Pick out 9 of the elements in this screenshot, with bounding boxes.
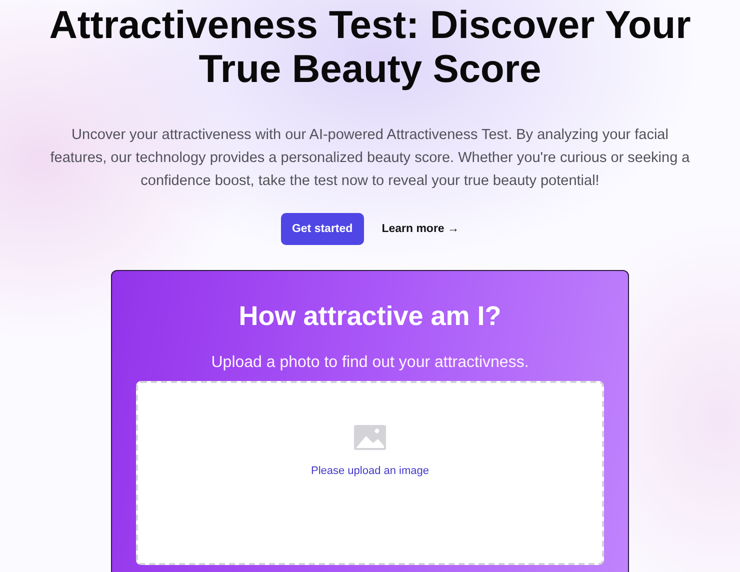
page-title: Attractiveness Test: Discover Your True Beauty Score <box>48 4 692 92</box>
upload-dropzone[interactable]: Please upload an image <box>136 381 604 565</box>
upload-prompt: Please upload an image <box>310 465 430 477</box>
card-subtitle: Upload a photo to find out your attractivness. <box>211 353 529 373</box>
intro-paragraph: Uncover your attractiveness with our AI-powered Attractiveness Test. By analyzing your facial features, our technology provides a personalized beauty score. Whether you're curious or seeking a confidence boost, take the test now to reveal your true beauty potential! <box>49 126 691 191</box>
card-title: How attractive am I? <box>238 300 502 333</box>
image-icon <box>353 424 387 451</box>
learn-more-link[interactable]: Learn more → <box>382 223 460 235</box>
get-started-button[interactable]: Get started <box>280 213 364 245</box>
